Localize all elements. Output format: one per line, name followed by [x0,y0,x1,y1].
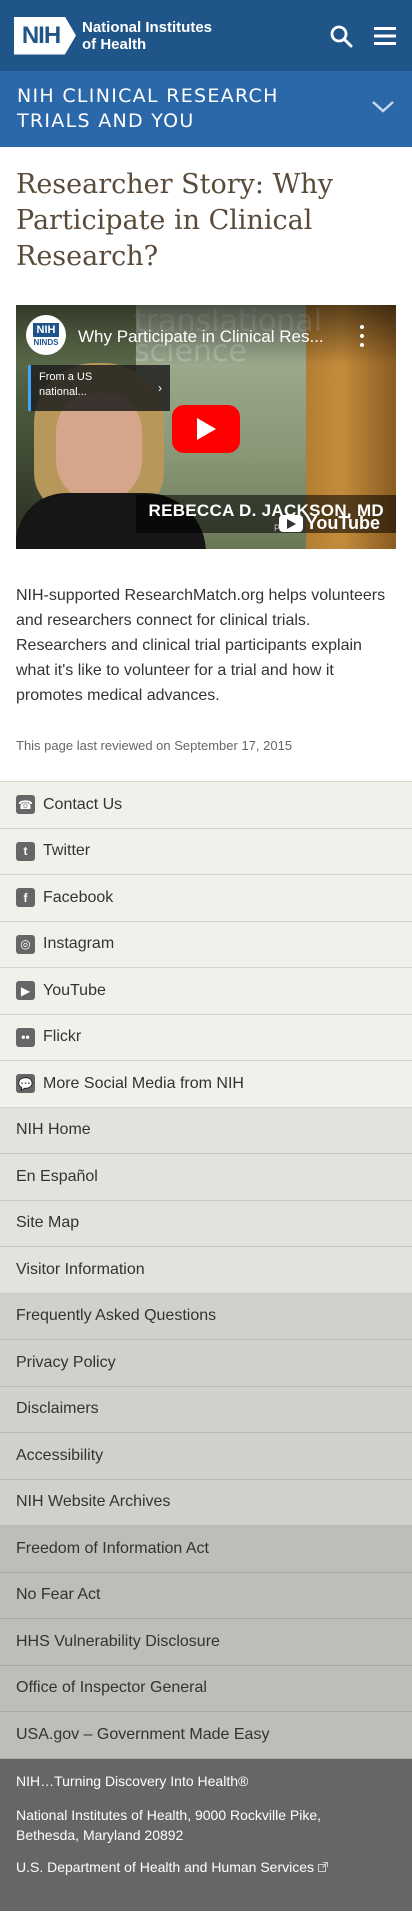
page-description: NIH-supported ResearchMatch.org helps vo… [16,587,386,704]
footer-links-government: Freedom of Information Act No Fear Act H… [0,1526,412,1759]
social-item-instagram[interactable]: ◎ Instagram [0,921,412,968]
footer-tagline: NIH…Turning Discovery Into Health® [16,1772,249,1789]
flickr-icon: •• [16,1027,35,1047]
footer-links-primary: NIH Home En Español Site Map Visitor Inf… [0,1107,412,1294]
section-title: NIH CLINICAL RESEARCH TRIALS AND YOU [17,85,279,132]
chat-icon: 💬 [16,1074,35,1094]
menu-icon[interactable] [372,23,398,49]
more-vert-icon[interactable] [358,325,366,347]
social-links: ☎ Contact Us t Twitter f Facebook ◎ Inst… [0,781,412,1108]
phone-icon: ☎ [16,795,35,815]
info-card[interactable]: From a US national... › [28,365,170,411]
play-icon [197,418,216,440]
social-item-contact[interactable]: ☎ Contact Us [0,782,412,829]
social-item-youtube[interactable]: ▶ YouTube [0,968,412,1015]
link-no-fear-act[interactable]: No Fear Act [0,1572,412,1619]
logo-name-line2: of Health [82,35,147,53]
page-title: Researcher Story: Why Participate in Cli… [16,169,333,272]
link-website-archives[interactable]: NIH Website Archives [0,1479,412,1526]
video-title[interactable]: Why Participate in Clinical Res... [78,327,348,347]
channel-avatar[interactable]: NIH NINDS [26,315,66,355]
link-en-espanol[interactable]: En Español [0,1154,412,1201]
youtube-play-icon [278,515,303,532]
last-reviewed: This page last reviewed on September 17,… [16,738,293,753]
play-button[interactable] [172,405,240,453]
nih-logo-text: National Institutes of Health [82,19,212,53]
link-disclaimers[interactable]: Disclaimers [0,1386,412,1433]
link-faq[interactable]: Frequently Asked Questions [0,1293,412,1340]
chevron-right-icon: › [158,381,162,395]
hhs-link[interactable]: U.S. Department of Health and Human Serv… [16,1859,396,1875]
footer-links-policies: Frequently Asked Questions Privacy Polic… [0,1293,412,1526]
site-header: NIH National Institutes of Health [0,0,412,71]
social-item-twitter[interactable]: t Twitter [0,828,412,875]
main-content: Researcher Story: Why Participate in Cli… [0,147,412,753]
social-item-more[interactable]: 💬 More Social Media from NIH [0,1061,412,1108]
video-player[interactable]: translational science NIH NINDS Why Part… [16,305,396,549]
social-item-facebook[interactable]: f Facebook [0,875,412,922]
link-usa-gov[interactable]: USA.gov – Government Made Easy [0,1712,412,1759]
footer-address: National Institutes of Health, 9000 Rock… [16,1806,322,1843]
twitter-icon: t [16,841,35,861]
link-accessibility[interactable]: Accessibility [0,1433,412,1480]
nih-logo-mark: NIH [14,16,76,55]
nih-logo[interactable]: NIH National Institutes of Health [14,16,212,55]
youtube-icon: ▶ [16,981,35,1001]
link-privacy-policy[interactable]: Privacy Policy [0,1340,412,1387]
link-nih-home[interactable]: NIH Home [0,1107,412,1154]
chevron-down-icon[interactable] [371,100,395,119]
facebook-icon: f [16,888,35,908]
link-hhs-vulnerability[interactable]: HHS Vulnerability Disclosure [0,1619,412,1666]
link-visitor-information[interactable]: Visitor Information [0,1247,412,1294]
link-foia[interactable]: Freedom of Information Act [0,1526,412,1573]
site-footer: NIH…Turning Discovery Into Health® Natio… [0,1758,412,1911]
social-item-flickr[interactable]: •• Flickr [0,1014,412,1061]
header-actions [328,23,398,49]
link-inspector-general[interactable]: Office of Inspector General [0,1665,412,1712]
external-link-icon [318,1859,329,1875]
youtube-logo[interactable]: YouTube [278,513,380,534]
section-banner[interactable]: NIH CLINICAL RESEARCH TRIALS AND YOU [0,71,412,147]
search-icon[interactable] [328,23,354,49]
instagram-icon: ◎ [16,934,35,954]
logo-name-line1: National Institutes [82,18,213,36]
link-site-map[interactable]: Site Map [0,1200,412,1247]
